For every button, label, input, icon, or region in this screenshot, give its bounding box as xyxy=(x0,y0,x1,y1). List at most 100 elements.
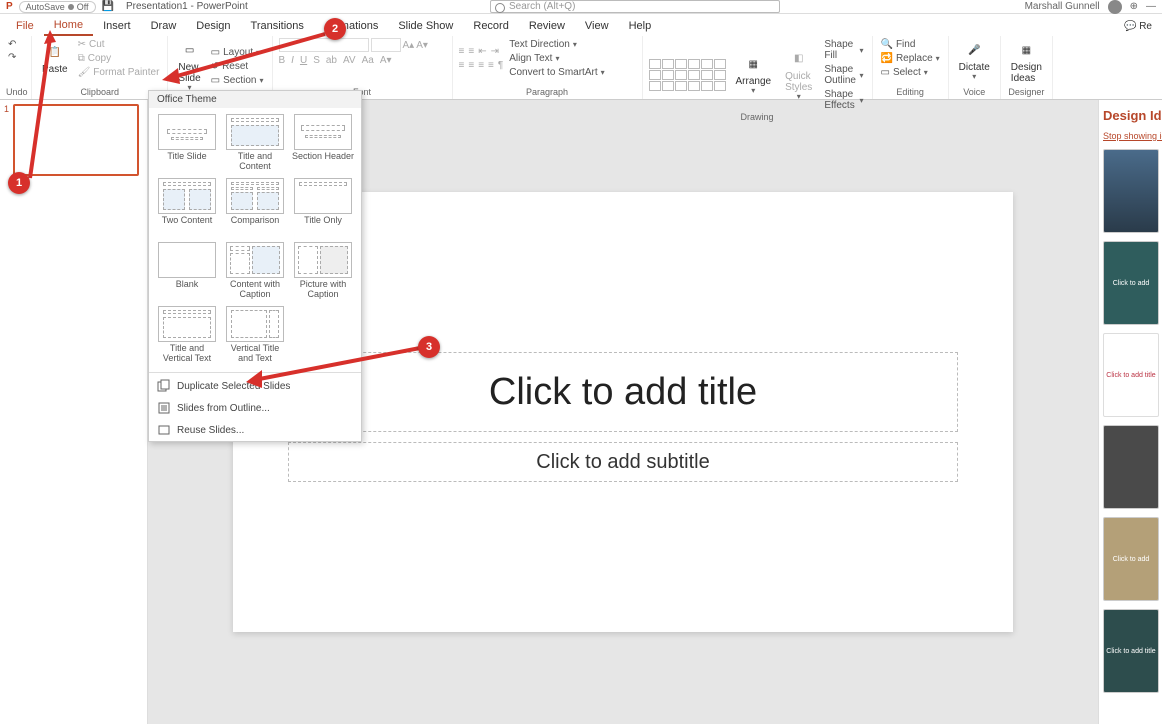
select-button[interactable]: ▭ Select xyxy=(879,66,942,79)
ideas-stop-link[interactable]: Stop showing ideas for xyxy=(1103,131,1158,141)
replace-button[interactable]: 🔁 Replace xyxy=(879,52,942,65)
comments-button[interactable]: 💬 Re xyxy=(1120,19,1156,34)
tab-view[interactable]: View xyxy=(575,17,619,35)
char-spacing-button[interactable]: AV xyxy=(343,55,356,66)
idea-card-4[interactable] xyxy=(1103,425,1159,509)
doc-title: Presentation1 - PowerPoint xyxy=(126,1,248,12)
replace-label: Replace xyxy=(896,53,933,64)
quick-styles-label: Quick Styles xyxy=(785,71,812,93)
arrow-3 xyxy=(240,340,440,390)
layout-label: Title and Vertical Text xyxy=(155,344,219,364)
tab-help[interactable]: Help xyxy=(619,17,662,35)
reuse-slides-item[interactable]: Reuse Slides... xyxy=(149,419,361,441)
reuse-icon xyxy=(157,423,171,437)
search-placeholder: Search (Alt+Q) xyxy=(509,1,575,12)
paragraph-group-label: Paragraph xyxy=(459,87,636,99)
change-case-button[interactable]: Aa xyxy=(362,55,374,66)
layout-content-caption[interactable]: Content with Caption xyxy=(223,242,287,300)
find-label: Find xyxy=(896,39,915,50)
align-right-icon[interactable]: ≡ xyxy=(478,60,484,71)
idea-card-6[interactable]: Click to add title xyxy=(1103,609,1159,693)
avatar[interactable] xyxy=(1108,0,1122,14)
arrange-button[interactable]: ▦ Arrange xyxy=(732,52,776,98)
layout-title-vertical-text[interactable]: Title and Vertical Text xyxy=(155,306,219,364)
indent-less-icon[interactable]: ⇤ xyxy=(478,46,486,57)
autosave-state: Off xyxy=(77,2,89,12)
slide-panel[interactable]: 1 xyxy=(0,100,148,724)
slide-thumb-number: 1 xyxy=(4,104,9,176)
arrange-icon: ▦ xyxy=(743,54,763,74)
idea-card-5[interactable]: Click to add xyxy=(1103,517,1159,601)
find-button[interactable]: 🔍 Find xyxy=(879,38,942,51)
layout-label: Content with Caption xyxy=(223,280,287,300)
convert-smartart-button[interactable]: Convert to SmartArt xyxy=(507,66,606,79)
dictate-label: Dictate xyxy=(959,62,990,73)
design-ideas-icon: ▦ xyxy=(1016,40,1036,60)
search-input[interactable]: Search (Alt+Q) xyxy=(490,0,780,13)
duplicate-icon xyxy=(157,379,171,393)
text-direction-button[interactable]: Text Direction xyxy=(507,38,606,51)
autosave-toggle[interactable]: AutoSave Off xyxy=(19,1,96,13)
callout-3: 3 xyxy=(418,336,440,358)
editing-group-label: Editing xyxy=(879,87,942,99)
shape-outline-button[interactable]: Shape Outline xyxy=(822,63,865,87)
quick-styles-icon: ◧ xyxy=(789,49,809,69)
shape-gallery[interactable] xyxy=(649,59,726,91)
select-label: Select xyxy=(893,67,921,78)
save-icon[interactable]: 💾 xyxy=(102,1,114,12)
font-color-button[interactable]: A▾ xyxy=(380,55,392,66)
bullets-icon[interactable]: ≡ xyxy=(459,46,465,57)
indent-more-icon[interactable]: ⇥ xyxy=(491,46,499,57)
design-ideas-pane: Design Ideas Stop showing ideas for Clic… xyxy=(1098,100,1162,724)
window-min-icon[interactable]: ⊕ xyxy=(1130,1,1138,12)
align-text-button[interactable]: Align Text xyxy=(507,52,606,65)
shrink-font-icon[interactable]: A▾ xyxy=(416,40,428,51)
layout-blank[interactable]: Blank xyxy=(155,242,219,300)
idea-card-3[interactable]: Click to add title xyxy=(1103,333,1159,417)
line-spacing-icon[interactable]: ¶ xyxy=(498,60,503,71)
reuse-label: Reuse Slides... xyxy=(177,425,244,436)
autosave-label: AutoSave xyxy=(26,2,65,12)
shape-outline-label: Shape Outline xyxy=(824,64,856,86)
user-name[interactable]: Marshall Gunnell xyxy=(1025,1,1100,12)
align-text-label: Align Text xyxy=(509,53,552,64)
align-left-icon[interactable]: ≡ xyxy=(459,60,465,71)
shape-fill-label: Shape Fill xyxy=(824,39,856,61)
numbering-icon[interactable]: ≡ xyxy=(468,46,474,57)
quick-styles-button[interactable]: ◧Quick Styles xyxy=(781,47,816,104)
layout-picture-caption[interactable]: Picture with Caption xyxy=(291,242,355,300)
design-ideas-label: Design Ideas xyxy=(1011,62,1042,84)
layout-label: Title Only xyxy=(304,216,342,236)
ideas-title: Design Ideas xyxy=(1103,108,1158,123)
justify-icon[interactable]: ≡ xyxy=(488,60,494,71)
idea-card-2[interactable]: Click to add xyxy=(1103,241,1159,325)
shape-fill-button[interactable]: Shape Fill xyxy=(822,38,865,62)
mic-icon: 🎤 xyxy=(964,40,984,60)
layout-label: Comparison xyxy=(231,216,280,236)
arrow-1-2 xyxy=(20,28,340,188)
grow-font-icon[interactable]: A▴ xyxy=(403,40,415,51)
arrange-label: Arrange xyxy=(736,76,772,87)
layout-label: Picture with Caption xyxy=(291,280,355,300)
tab-slideshow[interactable]: Slide Show xyxy=(388,17,463,35)
designer-group-label: Designer xyxy=(1007,87,1046,99)
tab-review[interactable]: Review xyxy=(519,17,575,35)
callout-1: 1 xyxy=(8,172,30,194)
dictate-button[interactable]: 🎤 Dictate xyxy=(955,38,994,84)
subtitle-placeholder[interactable]: Click to add subtitle xyxy=(288,442,958,482)
align-center-icon[interactable]: ≡ xyxy=(468,60,474,71)
voice-group-label: Voice xyxy=(955,87,994,99)
app-icon: P xyxy=(6,1,13,12)
slides-from-outline-item[interactable]: Slides from Outline... xyxy=(149,397,361,419)
tab-record[interactable]: Record xyxy=(463,17,518,35)
layout-label: Two Content xyxy=(162,216,213,236)
window-max-icon[interactable]: — xyxy=(1146,1,1156,12)
convert-smartart-label: Convert to SmartArt xyxy=(509,67,597,78)
design-ideas-button[interactable]: ▦Design Ideas xyxy=(1007,38,1046,86)
callout-2: 2 xyxy=(324,18,346,40)
autosave-dot-icon xyxy=(68,4,74,10)
title-bar: P AutoSave Off 💾 Presentation1 - PowerPo… xyxy=(0,0,1162,14)
comments-label: Re xyxy=(1139,21,1152,32)
outline-icon xyxy=(157,401,171,415)
idea-card-1[interactable] xyxy=(1103,149,1159,233)
